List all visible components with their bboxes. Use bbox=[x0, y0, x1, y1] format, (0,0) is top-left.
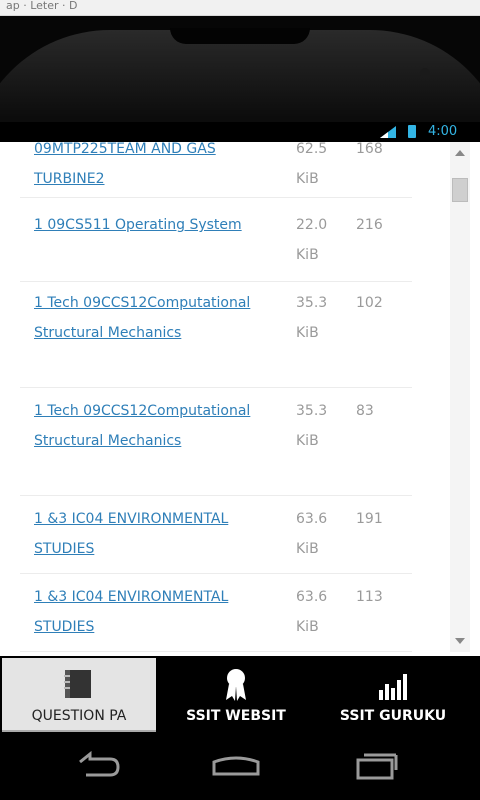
file-row[interactable]: 1 09CS511 Operating System 22.0 KiB 216 bbox=[20, 210, 412, 282]
tab-ssit-gurukul[interactable]: SSIT GURUKU bbox=[316, 658, 470, 732]
file-title-link[interactable]: 1 &3 IC04 ENVIRONMENTAL STUDIES bbox=[34, 504, 284, 564]
scroll-up-arrow-icon[interactable] bbox=[455, 150, 465, 156]
recent-apps-icon[interactable] bbox=[346, 748, 406, 784]
file-row[interactable]: 1 &3 IC04 ENVIRONMENTAL STUDIES 63.6 KiB… bbox=[20, 582, 412, 652]
file-size: 62.5 KiB bbox=[296, 142, 328, 187]
file-count: 168 bbox=[356, 142, 383, 157]
file-row[interactable]: 1 Tech 09CCS12Computational Structural M… bbox=[20, 396, 412, 496]
tab-ssit-website[interactable]: SSIT WEBSIT bbox=[160, 658, 312, 732]
file-size: 63.6 KiB bbox=[296, 589, 328, 635]
tab-label: QUESTION PA bbox=[31, 708, 127, 724]
file-row[interactable]: 09MTP225TEAM AND GAS TURBINE2 62.5 KiB 1… bbox=[20, 142, 412, 198]
file-list[interactable]: 09MTP225TEAM AND GAS TURBINE2 62.5 KiB 1… bbox=[0, 142, 480, 656]
battery-icon bbox=[408, 125, 416, 138]
status-time: 4:00 bbox=[428, 124, 458, 139]
file-row[interactable]: 1 &3 IC04 ENVIRONMENTAL STUDIES 63.6 KiB… bbox=[20, 504, 412, 574]
file-title-link[interactable]: 1 09CS511 Operating System bbox=[34, 210, 284, 240]
file-count: 83 bbox=[356, 403, 374, 419]
bar-chart-icon bbox=[379, 674, 407, 700]
signal-icon bbox=[380, 126, 396, 138]
file-title-link[interactable]: 1 Tech 09CCS12Computational Structural M… bbox=[34, 288, 284, 348]
status-bar: 4:00 bbox=[0, 122, 480, 142]
file-count: 113 bbox=[356, 589, 383, 605]
file-count: 102 bbox=[356, 295, 383, 311]
android-nav-bar bbox=[0, 734, 480, 800]
back-icon[interactable] bbox=[66, 748, 126, 784]
file-title-link[interactable]: 09MTP225TEAM AND GAS TURBINE2 bbox=[34, 142, 284, 194]
tab-question-papers[interactable]: QUESTION PA bbox=[2, 658, 156, 732]
front-sensor bbox=[420, 68, 430, 78]
file-size: 35.3 KiB bbox=[296, 403, 328, 449]
file-size: 22.0 KiB bbox=[296, 217, 328, 263]
scrollbar[interactable] bbox=[450, 142, 470, 652]
home-icon[interactable] bbox=[206, 748, 266, 784]
award-ribbon-icon bbox=[226, 669, 246, 701]
browser-url-strip: ap · Leter · D bbox=[0, 0, 480, 16]
scroll-thumb[interactable] bbox=[452, 178, 468, 202]
file-count: 216 bbox=[356, 217, 383, 233]
file-count: 191 bbox=[356, 511, 383, 527]
file-title-link[interactable]: 1 Tech 09CCS12Computational Structural M… bbox=[34, 396, 284, 456]
tab-label: SSIT GURUKU bbox=[339, 708, 447, 724]
speaker-grille bbox=[170, 28, 310, 44]
tab-label: SSIT WEBSIT bbox=[186, 708, 286, 724]
file-row[interactable]: 1 Tech 09CCS12Computational Structural M… bbox=[20, 288, 412, 388]
file-size: 63.6 KiB bbox=[296, 511, 328, 557]
file-size: 35.3 KiB bbox=[296, 295, 328, 341]
bottom-tab-bar: QUESTION PA SSIT WEBSIT SSIT GURUKU bbox=[0, 656, 480, 734]
book-icon bbox=[64, 670, 91, 698]
file-title-link[interactable]: 1 &3 IC04 ENVIRONMENTAL STUDIES bbox=[34, 582, 284, 642]
scroll-down-arrow-icon[interactable] bbox=[455, 638, 465, 644]
